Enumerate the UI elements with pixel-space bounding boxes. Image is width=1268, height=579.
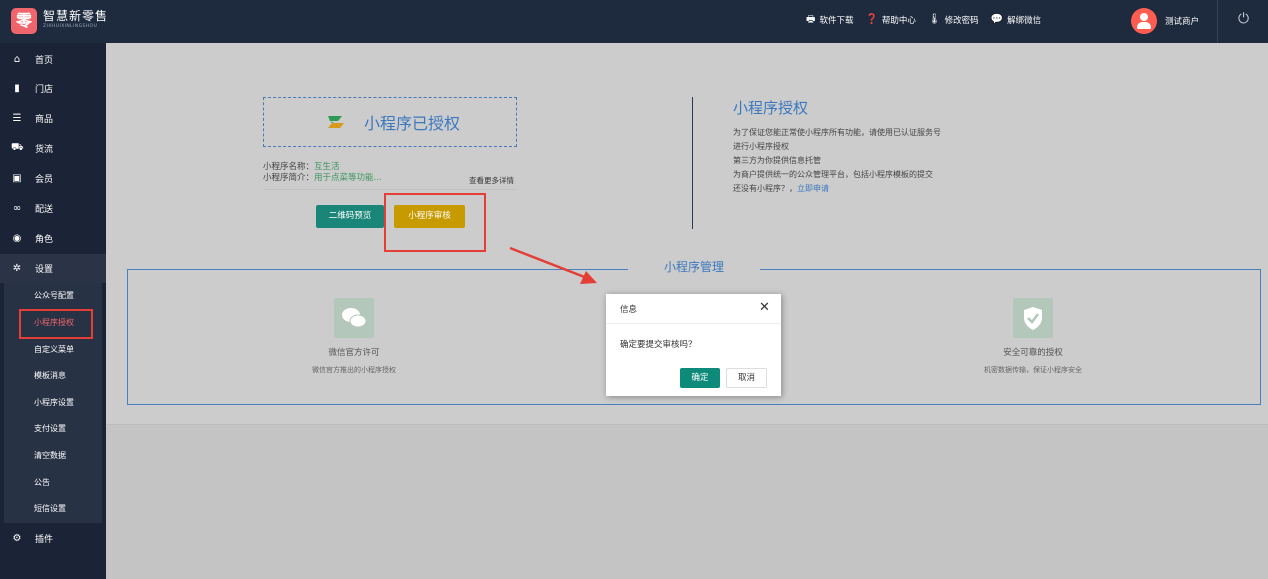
sidebar-item-label: 设置	[35, 265, 54, 275]
sidebar-item-label: 配送	[35, 205, 54, 215]
dialog-title: 信息	[620, 305, 638, 315]
power-icon[interactable]: ⏻	[1238, 11, 1249, 27]
dialog-header: 信息 ✕	[606, 294, 781, 324]
change-password-link[interactable]: 🌡 修改密码	[928, 14, 979, 26]
submenu-item-official-account[interactable]: 公众号配置	[4, 283, 102, 309]
sidebar-item-label: 插件	[35, 535, 54, 545]
divider	[692, 97, 693, 229]
download-icon: 🖶	[806, 14, 816, 25]
feature-title: 微信官方许可	[328, 348, 380, 358]
apply-now-link[interactable]: 立即申请	[797, 184, 829, 193]
desc-line: 第三方为你提供信息托管	[733, 156, 821, 165]
sidebar-item-plugins[interactable]: ⚙ 插件	[0, 524, 106, 553]
unbind-wechat-label: 解绑微信	[1007, 16, 1042, 26]
right-panel-title: 小程序授权	[733, 99, 809, 117]
dialog-message: 确定要提交审核吗？	[620, 340, 697, 350]
top-links: 🖶 软件下载 ❓ 帮助中心 🌡 修改密码 💬 解绑微信	[806, 14, 1041, 26]
change-password-label: 修改密码	[944, 16, 979, 26]
submenu-item-clear-data[interactable]: 清空数据	[4, 443, 102, 469]
name-value: 互生活	[314, 162, 340, 172]
submenu-item-payment-settings[interactable]: 支付设置	[4, 416, 102, 442]
miniprogram-logo-icon	[324, 112, 348, 132]
management-title: 小程序管理	[628, 258, 760, 276]
divider	[263, 189, 517, 190]
wechat-icon: 💬	[990, 14, 1004, 25]
feature-subtitle: 机密数据传输，保证小程序安全	[984, 366, 1082, 374]
cancel-button[interactable]: 取消	[726, 368, 767, 388]
brand-logo-icon[interactable]: 零	[11, 8, 37, 34]
sidebar-item-members[interactable]: ▣ 会员	[0, 164, 106, 193]
sidebar-item-label: 商品	[35, 115, 54, 125]
sidebar-item-label: 门店	[35, 85, 54, 95]
username[interactable]: 测试商户	[1165, 15, 1199, 27]
shield-check-icon	[1013, 298, 1053, 338]
authorized-banner: 小程序已授权	[263, 97, 517, 147]
submenu-item-miniprogram-settings[interactable]: 小程序设置	[4, 390, 102, 416]
intro-label: 小程序简介：	[263, 173, 315, 183]
main-content-lower	[106, 424, 1268, 579]
desc-line: 为商户提供统一的公众管理平台，包括小程序模板的提交	[733, 170, 933, 179]
sidebar-item-home[interactable]: ⌂ 首页	[0, 45, 106, 74]
truck-icon: ⛟	[11, 142, 24, 153]
list-icon: ☰	[12, 113, 22, 124]
help-center-link[interactable]: ❓ 帮助中心	[865, 14, 915, 26]
top-bar: 零 智慧新零售 ZHIHUIXINLINGSHOU 🖶 软件下载 ❓ 帮助中心 …	[0, 0, 1268, 43]
feature-subtitle: 微信官方推出的小程序授权	[312, 366, 396, 374]
name-label: 小程序名称：	[263, 162, 315, 172]
desc-line: 还没有小程序？，	[733, 184, 797, 193]
intro-value: 用于点菜等功能...	[314, 173, 382, 183]
software-download-label: 软件下载	[819, 16, 854, 26]
submenu-item-template-message[interactable]: 模板消息	[4, 363, 102, 389]
motorcycle-icon: ∞	[12, 203, 22, 214]
gears-icon: ⚙	[12, 533, 22, 544]
sidebar-item-products[interactable]: ☰ 商品	[0, 104, 106, 133]
brand-name: 智慧新零售	[43, 9, 109, 23]
more-details-link[interactable]: 查看更多详情	[469, 175, 514, 186]
sidebar-item-label: 货流	[35, 145, 54, 155]
sidebar-item-logistics[interactable]: ⛟ 货流	[0, 134, 106, 163]
annotation-highlight-box	[19, 309, 93, 339]
user-circle-icon: ◉	[12, 233, 22, 244]
desc-line: 为了保证您能正常使小程序所有功能，请使用已认证服务号进行小程序授权	[733, 128, 941, 151]
id-card-icon: ▣	[12, 173, 22, 184]
unbind-wechat-link[interactable]: 💬 解绑微信	[991, 14, 1041, 26]
auth-title: 小程序已授权	[364, 114, 461, 133]
sidebar-item-label: 会员	[35, 175, 54, 185]
annotation-highlight-box	[384, 193, 486, 252]
thermometer-icon: 🌡	[927, 14, 941, 25]
qr-preview-button[interactable]: 二维码预览	[316, 205, 384, 228]
brand-subtitle: ZHIHUIXINLINGSHOU	[43, 24, 98, 29]
avatar[interactable]	[1131, 8, 1157, 34]
store-icon: ▮	[14, 83, 20, 94]
feature-title: 安全可靠的授权	[1003, 348, 1063, 358]
brand: 智慧新零售 ZHIHUIXINLINGSHOU	[43, 10, 108, 30]
software-download-link[interactable]: 🖶 软件下载	[806, 14, 853, 26]
confirm-button[interactable]: 确定	[680, 368, 720, 388]
submenu-item-announcement[interactable]: 公告	[4, 470, 102, 496]
submenu-item-custom-menu[interactable]: 自定义菜单	[4, 337, 102, 363]
sidebar-item-label: 首页	[35, 56, 54, 66]
sidebar-item-roles[interactable]: ◉ 角色	[0, 224, 106, 253]
help-center-label: 帮助中心	[881, 16, 916, 26]
home-icon: ⌂	[13, 54, 21, 65]
gear-icon: ✲	[12, 263, 22, 274]
submenu-item-sms-settings[interactable]: 短信设置	[4, 496, 102, 522]
right-panel-description: 为了保证您能正常使小程序所有功能，请使用已认证服务号进行小程序授权 第三方为你提…	[733, 126, 943, 196]
wechat-icon	[334, 298, 374, 338]
close-icon[interactable]: ✕	[759, 300, 770, 315]
sidebar-item-settings[interactable]: ✲ 设置	[0, 254, 106, 283]
help-icon: ❓	[865, 14, 878, 25]
sidebar-item-label: 角色	[35, 235, 54, 245]
miniprogram-info: 小程序名称：互生活 小程序简介：用于点菜等功能...	[263, 162, 382, 184]
sidebar-item-delivery[interactable]: ∞ 配送	[0, 194, 106, 223]
sidebar-item-store[interactable]: ▮ 门店	[0, 74, 106, 103]
divider	[1217, 0, 1218, 43]
